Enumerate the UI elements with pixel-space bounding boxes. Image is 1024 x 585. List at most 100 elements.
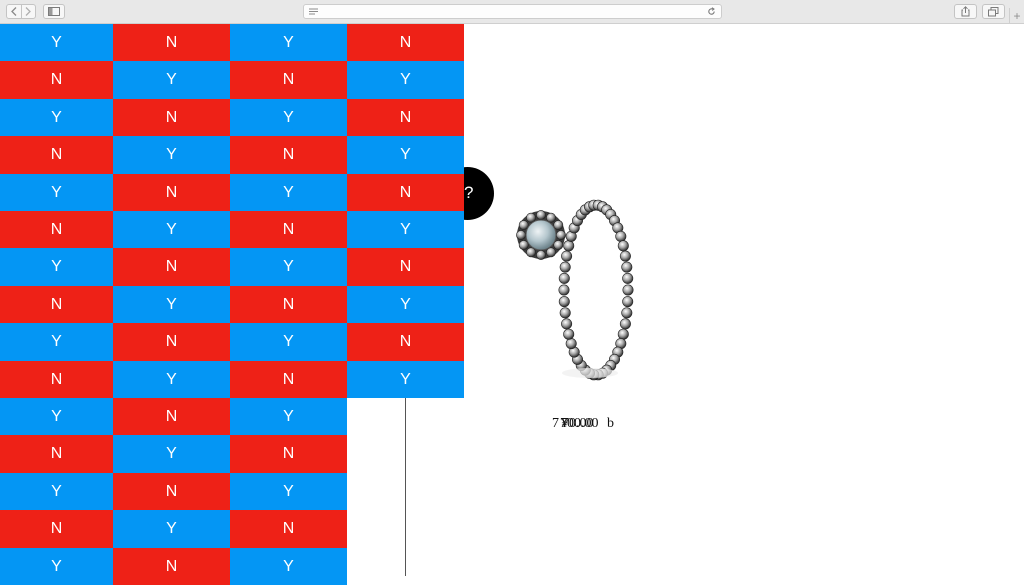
ring-bead (559, 307, 571, 319)
grid-cell-no[interactable]: N (347, 99, 464, 136)
grid-cell-yes[interactable]: Y (230, 248, 347, 286)
price-fragment-4: b (607, 416, 614, 431)
back-button[interactable] (7, 5, 21, 18)
grid-cell-no[interactable]: N (230, 136, 347, 174)
grid-cell-no[interactable]: N (0, 510, 113, 548)
ring-bead (615, 230, 627, 242)
grid-cell-yes[interactable]: Y (347, 61, 464, 99)
setting-bead (556, 230, 566, 240)
ring-bead (622, 296, 634, 308)
grid-cell-no[interactable]: N (347, 174, 464, 211)
grid-cell-yes[interactable]: Y (347, 136, 464, 174)
setting-bead (546, 212, 556, 223)
grid-cell-no[interactable]: N (230, 510, 347, 548)
grid-cell-no[interactable]: N (230, 61, 347, 99)
grid-cell-yes[interactable]: Y (113, 361, 230, 398)
grid-cell-yes[interactable]: Y (230, 323, 347, 361)
ring-bead (617, 328, 629, 340)
grid-cell-yes[interactable]: Y (0, 548, 113, 585)
grid-cell-no[interactable]: N (347, 248, 464, 286)
navigation-buttons (6, 4, 36, 19)
grid-cell-yes[interactable]: Y (347, 286, 464, 323)
grid-cell-no[interactable]: N (113, 398, 230, 435)
grid-cell-no[interactable]: N (230, 361, 347, 398)
ring-bead (619, 318, 631, 330)
grid-cell-no[interactable]: N (0, 286, 113, 323)
ring-bead (617, 240, 629, 252)
grid-cell-yes[interactable]: Y (113, 211, 230, 248)
grid-cell-yes[interactable]: Y (113, 61, 230, 99)
setting-bead (553, 220, 564, 230)
tabs-overview-button[interactable] (982, 4, 1005, 19)
ring-bead (622, 272, 634, 284)
browser-toolbar: + (0, 0, 1024, 24)
grid-cell-yes[interactable]: Y (113, 136, 230, 174)
grid-cell-no[interactable]: N (230, 435, 347, 473)
price-overlap: 7 ¥ 70.00 700.00 b (548, 416, 628, 436)
grid-cell-yes[interactable]: Y (0, 473, 113, 510)
grid-cell-no[interactable]: N (113, 473, 230, 510)
tabs-icon (988, 6, 999, 16)
grid-cell-no[interactable]: N (0, 435, 113, 473)
share-button[interactable] (954, 4, 977, 19)
grid-cell-yes[interactable]: Y (113, 435, 230, 473)
grid-cell-yes[interactable]: Y (347, 361, 464, 398)
grid-cell-no[interactable]: N (0, 361, 113, 398)
grid-cell-yes[interactable]: Y (230, 99, 347, 136)
grid-cell-yes[interactable]: Y (0, 248, 113, 286)
grid-cell-yes[interactable]: Y (230, 174, 347, 211)
grid-cell-no[interactable]: N (0, 136, 113, 174)
grid-cell-yes[interactable]: Y (0, 24, 113, 61)
setting-bead (516, 230, 526, 240)
ring-stone (525, 219, 557, 251)
grid-cell-yes[interactable]: Y (347, 211, 464, 248)
setting-bead (526, 247, 536, 258)
reader-icon (309, 8, 318, 15)
grid-cell-yes[interactable]: Y (230, 398, 347, 435)
grid-cell-no[interactable]: N (347, 323, 464, 361)
setting-bead (518, 240, 529, 250)
setting-bead (546, 247, 556, 258)
grid-cell-yes[interactable]: Y (0, 99, 113, 136)
grid-cell-yes[interactable]: Y (0, 323, 113, 361)
ring-bead (558, 272, 570, 284)
ring-bead (621, 307, 633, 319)
sidebar-button[interactable] (43, 4, 65, 19)
setting-bead (526, 212, 536, 223)
ring-bead (561, 318, 573, 330)
ring-bead (559, 261, 571, 273)
grid-cell-no[interactable]: N (113, 323, 230, 361)
vertical-divider-line (405, 397, 406, 576)
grid-cell-no[interactable]: N (347, 24, 464, 61)
grid-cell-no[interactable]: N (113, 174, 230, 211)
chevron-right-icon (25, 7, 32, 16)
forward-button[interactable] (20, 5, 36, 18)
grid-cell-no[interactable]: N (0, 211, 113, 248)
grid-cell-yes[interactable]: Y (0, 398, 113, 435)
ring-reflection (562, 368, 618, 378)
address-bar[interactable] (303, 4, 722, 19)
grid-cell-no[interactable]: N (230, 211, 347, 248)
reload-icon[interactable] (707, 7, 716, 16)
grid-cell-yes[interactable]: Y (230, 473, 347, 510)
setting-bead (536, 250, 546, 260)
ring-image (516, 199, 634, 381)
grid-cell-yes[interactable]: Y (113, 286, 230, 323)
ring-bead (619, 250, 631, 262)
grid-cell-yes[interactable]: Y (230, 24, 347, 61)
grid-cell-no[interactable]: N (113, 248, 230, 286)
grid-cell-yes[interactable]: Y (0, 174, 113, 211)
setting-bead (553, 240, 564, 250)
grid-cell-no[interactable]: N (113, 548, 230, 585)
sidebar-icon (48, 7, 60, 16)
ring-bead (558, 296, 570, 308)
grid-cell-no[interactable]: N (230, 286, 347, 323)
grid-cell-no[interactable]: N (0, 61, 113, 99)
grid-cell-yes[interactable]: Y (113, 510, 230, 548)
grid-cell-no[interactable]: N (113, 99, 230, 136)
new-tab-button[interactable]: + (1009, 8, 1024, 24)
ring-bead (565, 338, 577, 350)
ring-product-image[interactable] (505, 190, 645, 390)
grid-cell-yes[interactable]: Y (230, 548, 347, 585)
grid-cell-no[interactable]: N (113, 24, 230, 61)
